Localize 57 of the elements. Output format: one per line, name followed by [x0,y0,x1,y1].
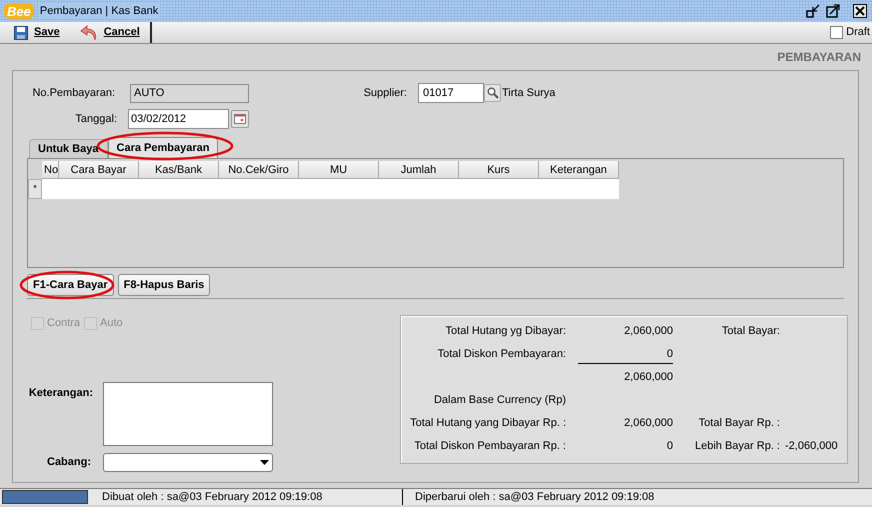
app-logo: Bee [4,3,34,19]
checkbox[interactable] [830,26,844,39]
option-label: Contra [47,316,80,331]
summary-label: Total Diskon Pembayaran: [436,347,566,362]
summary-value: 2,060,000 [624,370,673,386]
draft-label: Draft [846,25,870,40]
window-title: Pembayaran | Kas Bank [38,2,160,20]
summary-value: 0 [666,347,673,362]
search-button[interactable] [484,84,501,102]
field-label: Keterangan: [28,386,93,400]
calendar-button[interactable] [231,110,249,128]
column-header[interactable]: Cara Bayar [59,161,139,179]
supplier-name: Tirta Surya [502,86,556,101]
summary-label: Total Bayar Rp. : [698,416,780,432]
restore-icon[interactable] [806,4,820,18]
column-header[interactable]: Keterangan [539,161,619,179]
column-header[interactable]: No [42,161,59,179]
field-label: Supplier: [362,86,407,101]
summary-value: 2,060,000 [624,416,673,432]
option-label: Auto [100,316,123,331]
maximize-icon[interactable] [826,4,840,18]
column-header[interactable]: Kurs [459,161,539,179]
field-label: No.Pembayaran: [31,86,115,101]
column-header[interactable]: MU [299,161,379,179]
summary-label: Lebih Bayar Rp. : [694,439,780,454]
calendar-icon [234,114,246,124]
summary-label: Total Hutang yang Dibayar Rp. : [409,416,566,432]
field-label: Cabang: [46,454,91,470]
summary-label: Total Bayar: [720,324,780,340]
summary-value: 2,060,000 [624,324,673,340]
field-label: Tanggal: [74,112,117,127]
summary-value: 0 [666,439,673,454]
summary-label: Total Hutang yg Dibayar: [444,324,566,340]
tanggal-field[interactable]: 03/02/2012 [128,109,229,129]
no-pembayaran-field[interactable]: AUTO [130,84,249,102]
summary-value: -2,060,000 [785,439,838,454]
tab[interactable]: Cara Pembayaran [108,137,218,158]
search-icon [486,87,498,99]
keterangan-field[interactable] [103,382,273,446]
save-button[interactable]: Save [0,22,66,42]
column-header[interactable]: No.Cek/Giro [219,161,299,179]
column-header[interactable]: Kas/Bank [139,161,219,179]
form-title: PEMBAYARAN [777,49,861,66]
cancel-button[interactable]: Cancel [66,22,146,42]
close-icon[interactable] [853,4,867,18]
summary-label: Total Diskon Pembayaran Rp. : [413,439,566,454]
hapus-baris-button[interactable]: F8-Hapus Baris [118,274,210,296]
undo-arrow-icon [80,24,98,40]
dropdown-caret-icon [260,460,269,464]
tab[interactable]: Untuk Baya [29,139,108,158]
supplier-field[interactable]: 01017 [418,83,484,103]
summary-label: Dalam Base Currency (Rp) [432,393,566,408]
column-header[interactable]: Jumlah [379,161,459,179]
cabang-dropdown[interactable] [103,452,273,472]
updated-by-text: Diperbarui oleh : sa@03 February 2012 09:19:08 [402,488,654,506]
created-by-text: Dibuat oleh : sa@03 February 2012 09:19:08 [102,490,324,505]
row-header: * [28,179,42,199]
